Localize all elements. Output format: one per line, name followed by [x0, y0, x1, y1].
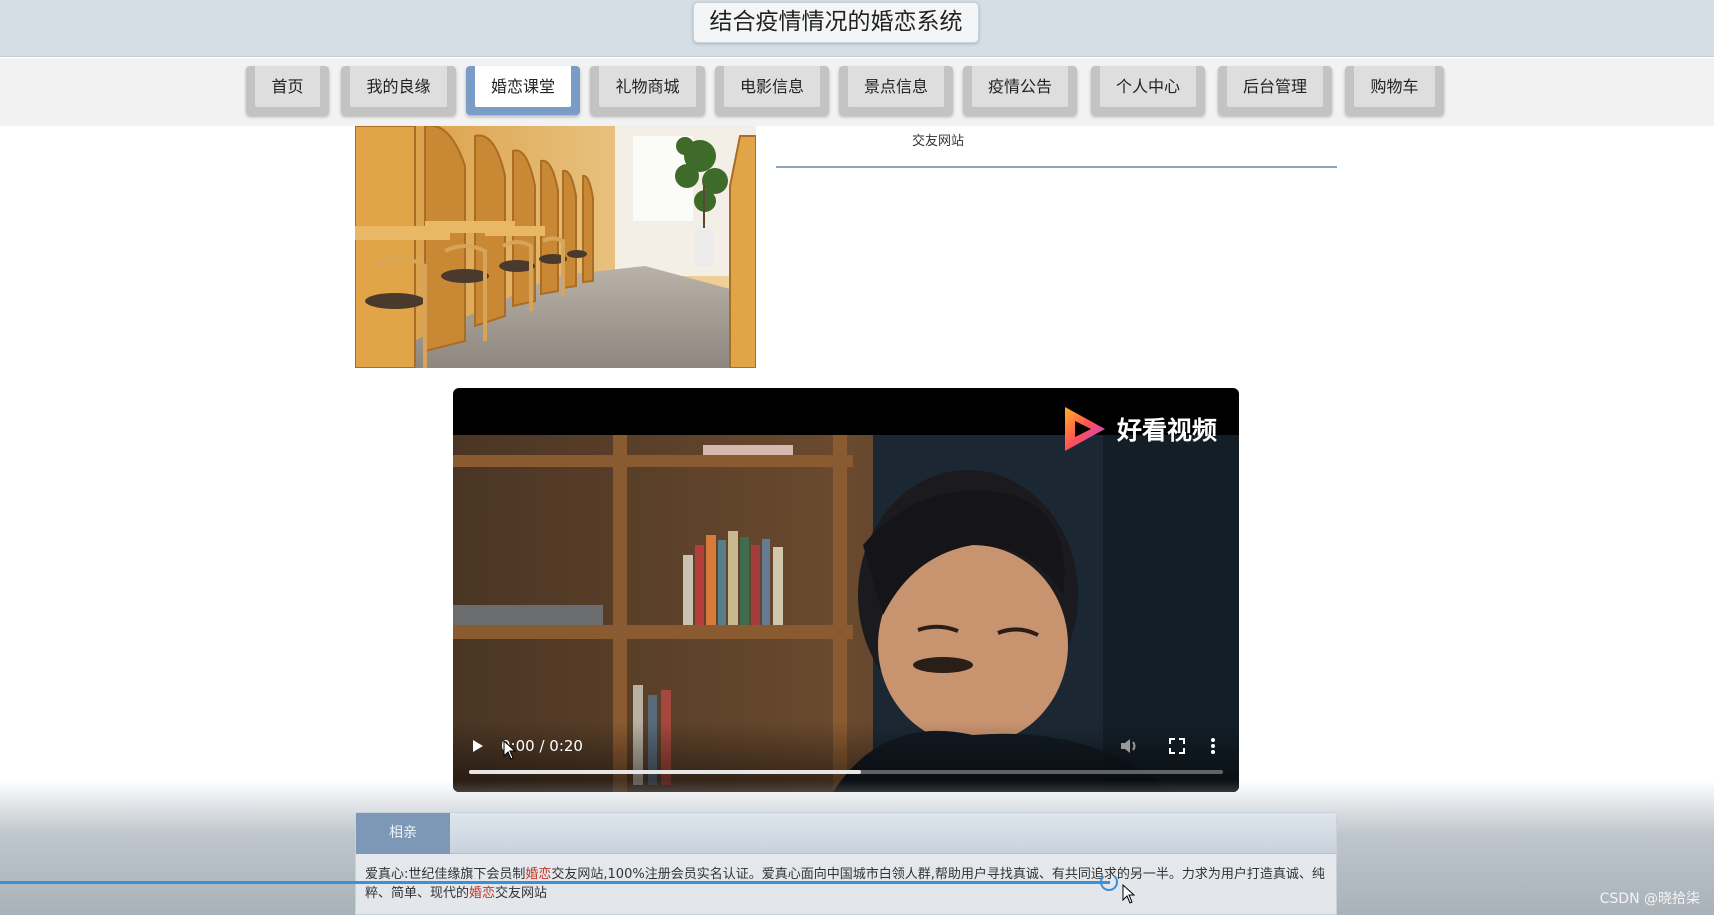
loading-bar: [0, 881, 1110, 884]
text-part: 爱真心:世纪佳缘旗下会员制: [365, 867, 526, 882]
nav-item-home[interactable]: 首页: [246, 66, 329, 115]
video-player[interactable]: 好看视频 0:00 / 0:20: [453, 388, 1239, 792]
nav-item-label: 我的良缘: [350, 66, 447, 107]
side-caption: 交友网站: [912, 134, 965, 149]
video-brand: 好看视频: [1061, 404, 1217, 454]
mouse-cursor-icon: [1122, 884, 1136, 904]
play-icon[interactable]: [465, 734, 489, 758]
text-highlight: 婚恋: [525, 867, 552, 882]
nav-item-label: 婚恋课堂: [475, 66, 571, 107]
article-text: 爱真心:世纪佳缘旗下会员制婚恋交友网站,100%注册会员实名认证。爱真心面向中国…: [365, 865, 1327, 903]
video-progress-bar[interactable]: [469, 770, 1223, 774]
study-room-photo: [355, 126, 756, 368]
main-nav: 首页 我的良缘 婚恋课堂 礼物商城 电影信息 景点信息 疫情公告 个人中心 后台…: [0, 58, 1714, 126]
divider: [776, 166, 1337, 168]
nav-item-label: 景点信息: [848, 66, 944, 107]
watermark: CSDN @晓拾柒: [1599, 891, 1700, 907]
video-progress-fill: [469, 770, 862, 774]
nav-item-class[interactable]: 婚恋课堂: [466, 66, 580, 115]
volume-icon[interactable]: [1117, 734, 1141, 758]
nav-item-epidemic-notice[interactable]: 疫情公告: [963, 66, 1077, 115]
fullscreen-icon[interactable]: [1165, 734, 1189, 758]
site-title: 结合疫情情况的婚恋系统: [693, 2, 979, 43]
nav-item-personal-center[interactable]: 个人中心: [1091, 66, 1205, 115]
brand-logo-icon: [1064, 407, 1105, 451]
nav-item-movies[interactable]: 电影信息: [715, 66, 829, 115]
panel-tab-bar: 相亲: [356, 813, 1336, 854]
more-options-icon[interactable]: [1201, 734, 1225, 758]
nav-item-label: 礼物商城: [599, 66, 696, 107]
tab-matchmaking[interactable]: 相亲: [356, 813, 450, 854]
header-bar: 结合疫情情况的婚恋系统: [0, 0, 1714, 57]
nav-item-gift-shop[interactable]: 礼物商城: [590, 66, 705, 115]
nav-item-admin[interactable]: 后台管理: [1218, 66, 1332, 115]
nav-item-label: 购物车: [1354, 66, 1435, 107]
mouse-cursor-icon: [503, 740, 517, 760]
nav-item-label: 疫情公告: [972, 66, 1068, 107]
nav-item-label: 后台管理: [1227, 66, 1323, 107]
nav-item-label: 个人中心: [1100, 66, 1196, 107]
text-highlight: 婚恋: [469, 886, 496, 901]
article-panel: 相亲 爱真心:世纪佳缘旗下会员制婚恋交友网站,100%注册会员实名认证。爱真心面…: [355, 812, 1337, 915]
loading-spinner-icon: [1100, 873, 1118, 891]
nav-item-cart[interactable]: 购物车: [1345, 66, 1444, 115]
nav-item-attractions[interactable]: 景点信息: [839, 66, 953, 115]
nav-item-label: 电影信息: [724, 66, 820, 107]
nav-item-label: 首页: [255, 66, 320, 107]
text-part: 交友网站: [495, 886, 548, 901]
brand-name: 好看视频: [1116, 416, 1217, 445]
nav-item-my-match[interactable]: 我的良缘: [341, 66, 456, 115]
